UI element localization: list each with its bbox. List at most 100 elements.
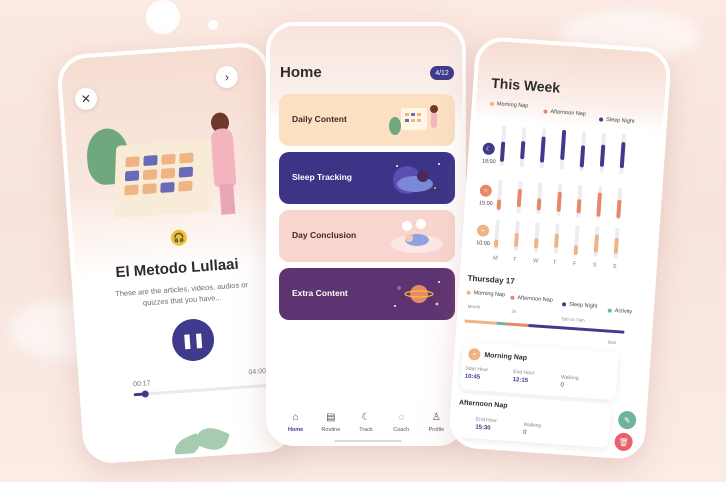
- woman-illustration: [219, 183, 236, 215]
- nav-label: Track: [359, 426, 373, 433]
- sleeping-woman-illustration: [393, 163, 440, 194]
- bar-fill: [536, 198, 542, 211]
- profile-icon: ♙: [431, 411, 441, 423]
- card-label: Daily Content: [292, 114, 347, 124]
- sunrise-icon: ◒: [467, 347, 481, 361]
- end-value: 15:30: [475, 424, 491, 432]
- leaf-illustration: [194, 423, 231, 455]
- ruler-label: Month: [467, 303, 481, 310]
- card-label: Extra Content: [292, 288, 348, 298]
- bar-track: [536, 182, 543, 215]
- bar-fill: [493, 239, 499, 248]
- bar-track: [596, 186, 603, 219]
- home-screen: Home 4/12 Daily Content Sleep Tracking D…: [266, 22, 466, 446]
- day-label: T: [552, 259, 557, 266]
- card-label: Sleep Tracking: [292, 172, 352, 182]
- nav-item-routine[interactable]: ▤ Routine: [313, 412, 348, 433]
- day-title: Thursday 17: [467, 273, 516, 286]
- bar-fill: [513, 232, 519, 248]
- progress-slider[interactable]: [133, 383, 274, 398]
- bar-fill: [599, 144, 606, 167]
- card-title: Afternoon Nap: [458, 399, 508, 410]
- bar-track: [519, 127, 527, 168]
- end-value: 12:15: [512, 377, 529, 385]
- bar-track: [516, 180, 523, 214]
- bar-fill: [499, 141, 506, 162]
- woman-illustration: [210, 127, 237, 188]
- duration-time: 04:00: [248, 368, 267, 377]
- day-label: F: [572, 260, 577, 268]
- card-sleep-tracking[interactable]: Sleep Tracking: [279, 152, 455, 204]
- calendar-illustration: [389, 105, 438, 135]
- timeline-segment-activity: [496, 321, 507, 326]
- bar-track: [593, 226, 600, 257]
- decorative-circle: [146, 0, 180, 34]
- day-label: T: [512, 256, 517, 263]
- legend-morning: Morning Nap: [466, 290, 506, 299]
- card-extra-content[interactable]: Extra Content: [279, 268, 455, 320]
- nav-item-coach[interactable]: ◌ Coach: [384, 412, 419, 433]
- delete-button[interactable]: 🗑: [614, 432, 634, 452]
- bar-track: [579, 131, 587, 172]
- bar-fill: [579, 145, 586, 168]
- row-time: 10:00: [475, 240, 491, 248]
- bar-fill: [533, 238, 539, 249]
- afternoon-nap-card[interactable]: Afternoon Nap End Hour 15:30 Walking 0: [452, 393, 612, 448]
- walking-value: 0: [560, 382, 564, 389]
- bar-track: [553, 223, 560, 254]
- calendar-illustration: [113, 139, 212, 219]
- card-label: Day Conclusion: [292, 230, 357, 240]
- day-label: W: [532, 258, 539, 265]
- sun-icon: ☼: [479, 184, 493, 198]
- home-indicator: [334, 440, 402, 442]
- bar-fill: [576, 199, 582, 214]
- bar-track: [573, 225, 580, 256]
- nav-item-track[interactable]: ☾ Track: [348, 412, 383, 433]
- day-label: M: [492, 255, 498, 262]
- nav-item-home[interactable]: ⌂ Home: [278, 412, 313, 433]
- timeline-segment-afternoon: [506, 322, 529, 327]
- card-day-conclusion[interactable]: Day Conclusion: [279, 210, 455, 262]
- bar-track: [533, 222, 540, 253]
- day-label: S: [612, 263, 617, 270]
- progress-badge: 4/12: [430, 66, 454, 80]
- decorative-circle: [208, 20, 218, 30]
- legend-label: Sleep Night: [568, 301, 598, 310]
- bar-fill: [496, 199, 502, 210]
- nav-label: Profile: [428, 426, 445, 433]
- bar-track: [513, 220, 520, 252]
- walking-label: Walking: [560, 374, 579, 382]
- legend-afternoon: Afternoon Nap: [510, 295, 553, 304]
- walking-value: 0: [522, 429, 527, 437]
- bar-fill: [573, 244, 579, 256]
- bottom-nav: ⌂ Home ▤ Routine ☾ Track ◌ Coach ♙ Profi…: [270, 402, 462, 442]
- nav-label: Home: [287, 426, 304, 433]
- legend-label: Morning Nap: [473, 290, 506, 299]
- bar-track: [576, 185, 583, 218]
- bar-fill: [520, 141, 526, 160]
- bar-track: [499, 125, 507, 166]
- home-icon: ⌂: [292, 411, 299, 423]
- start-value: 10:45: [464, 373, 481, 381]
- edit-button[interactable]: ✎: [617, 410, 637, 430]
- routine-icon: ▤: [326, 411, 336, 423]
- planet-illustration: [394, 281, 440, 307]
- legend-activity: Activity: [607, 307, 633, 316]
- bar-track: [619, 134, 627, 175]
- moon-icon: ☾: [361, 411, 371, 423]
- ruler-label: 7pm to 7am: [560, 316, 585, 323]
- pause-button[interactable]: ❚❚: [170, 317, 216, 363]
- trash-icon: 🗑: [618, 437, 630, 447]
- morning-nap-card[interactable]: ◒ Morning Nap Start Hour 10:45 End Hour …: [459, 341, 619, 401]
- bar-fill: [539, 136, 546, 163]
- ruler-label: 2h: [511, 308, 517, 315]
- timeline-segment-morning: [464, 319, 497, 325]
- card-daily-content[interactable]: Daily Content: [279, 94, 455, 146]
- baby-cloud-illustration: [391, 219, 443, 253]
- start-label: Start Hour: [465, 365, 489, 374]
- bar-track: [496, 179, 503, 212]
- ruler-label: 8am: [607, 339, 617, 346]
- progress-knob[interactable]: [141, 390, 150, 398]
- edit-icon: ✎: [623, 415, 631, 425]
- legend-label: Activity: [614, 307, 633, 316]
